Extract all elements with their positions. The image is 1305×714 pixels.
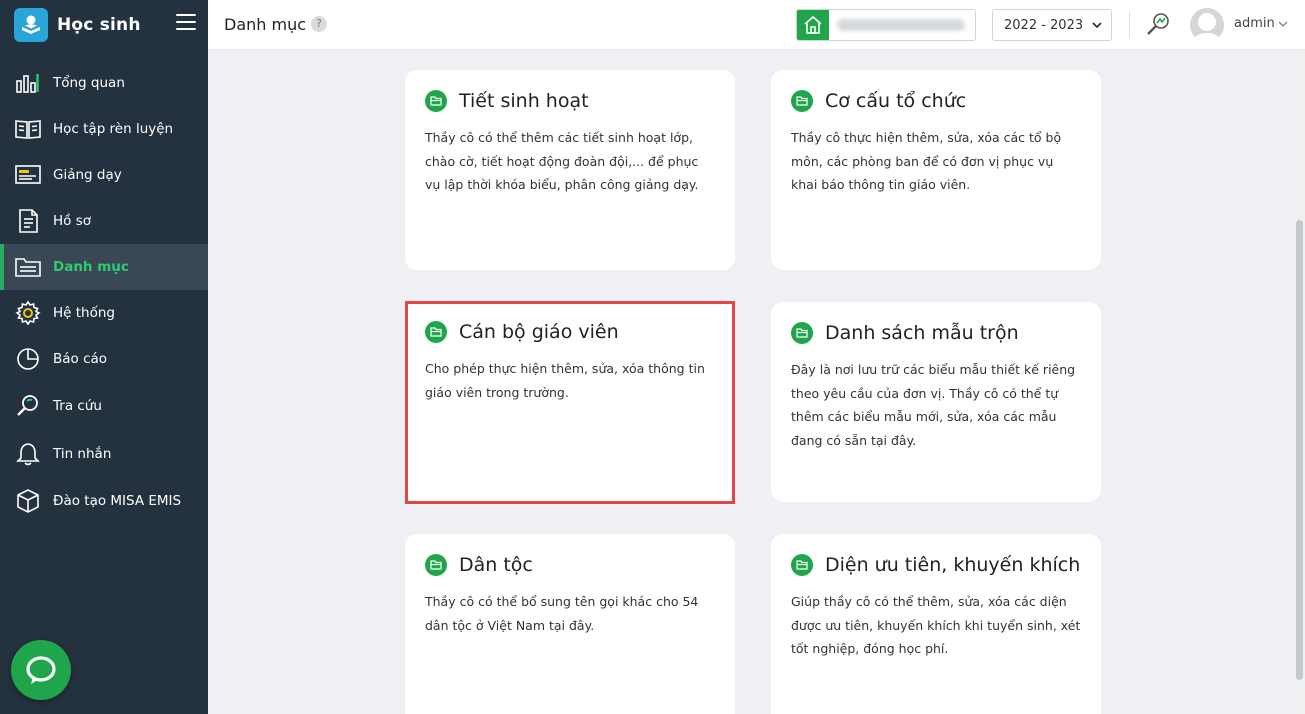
header-divider (1129, 12, 1130, 38)
card-title: Cán bộ giáo viên (459, 321, 619, 343)
card-description: Thầy cô có thể bổ sung tên gọi khác cho … (425, 594, 699, 633)
sidebar-item-label: Hồ sơ (53, 213, 91, 229)
sidebar-item-ho-so[interactable]: Hồ sơ (0, 198, 208, 244)
category-card-co-cau-to-chuc[interactable]: Cơ cấu tổ chức Thầy cô thực hiện thêm, s… (771, 70, 1101, 270)
card-title: Diện ưu tiên, khuyến khích (825, 554, 1081, 576)
sidebar-item-label: Tin nhắn (53, 446, 112, 462)
card-description: Cho phép thực hiện thêm, sửa, xóa thông … (425, 361, 705, 400)
card-title: Danh sách mẫu trộn (825, 322, 1019, 344)
category-card-danh-sach-mau-tron[interactable]: Danh sách mẫu trộn Đây là nơi lưu trữ cá… (771, 302, 1101, 502)
school-selector[interactable] (796, 9, 976, 41)
folder-icon (425, 321, 447, 343)
user-name[interactable]: admin (1234, 16, 1275, 31)
avatar[interactable] (1190, 8, 1224, 42)
bell-icon (14, 440, 42, 468)
chat-bubble-icon (26, 656, 56, 684)
document-icon (14, 207, 42, 235)
bar-chart-icon (14, 69, 42, 97)
scrollbar-thumb[interactable] (1296, 220, 1303, 680)
sidebar-item-bao-cao[interactable]: Báo cáo (0, 336, 208, 382)
sidebar-item-dao-tao[interactable]: Đào tạo MISA EMIS (0, 478, 208, 524)
folder-icon (791, 554, 813, 576)
category-card-tiet-sinh-hoat[interactable]: Tiết sinh hoạt Thầy cô có thể thêm các t… (405, 70, 735, 270)
open-book-icon (14, 115, 42, 143)
chat-support-button[interactable] (11, 640, 71, 700)
search-icon (14, 392, 42, 420)
card-title: Cơ cấu tổ chức (825, 90, 967, 112)
sidebar-item-label: Danh mục (53, 259, 129, 275)
sidebar-item-label: Tổng quan (53, 75, 125, 91)
folder-icon (14, 253, 42, 281)
school-year-select[interactable]: 2022 - 2023 (992, 9, 1112, 41)
folder-icon (791, 322, 813, 344)
presentation-board-icon (14, 161, 42, 189)
card-title: Dân tộc (459, 554, 533, 576)
chevron-down-icon (1092, 22, 1102, 29)
category-card-dan-toc[interactable]: Dân tộc Thầy cô có thể bổ sung tên gọi k… (405, 534, 735, 714)
sidebar-item-tong-quan[interactable]: Tổng quan (0, 60, 208, 106)
school-icon (797, 10, 829, 40)
card-description: Đây là nơi lưu trữ các biểu mẫu thiết kế… (791, 362, 1076, 448)
card-title: Tiết sinh hoạt (459, 90, 589, 112)
folder-icon (791, 90, 813, 112)
search-tool-icon[interactable] (1144, 10, 1172, 38)
sidebar-item-hoc-tap[interactable]: Học tập rèn luyện (0, 106, 208, 152)
sidebar-item-label: Tra cứu (53, 398, 102, 414)
sidebar-item-label: Học tập rèn luyện (53, 121, 174, 137)
sidebar-nav: Tổng quan Học tập rèn luyện Giảng dạy Hồ… (0, 60, 208, 524)
sidebar-item-label: Đào tạo MISA EMIS (53, 493, 182, 509)
page-title: Danh mục (224, 15, 307, 34)
sidebar-item-label: Báo cáo (53, 351, 108, 367)
card-description: Thầy cô có thể thêm các tiết sinh hoạt l… (425, 130, 699, 192)
cube-icon (14, 487, 42, 515)
pie-chart-icon (14, 345, 42, 373)
category-card-dien-uu-tien[interactable]: Diện ưu tiên, khuyến khích Giúp thầy cô … (771, 534, 1101, 714)
chevron-down-icon[interactable] (1277, 18, 1289, 30)
sidebar-item-danh-muc[interactable]: Danh mục (0, 244, 208, 290)
top-header: Danh mục ? 2022 - 2023 admin (208, 0, 1305, 50)
school-name-blurred (837, 19, 965, 31)
sidebar-item-tin-nhan[interactable]: Tin nhắn (0, 430, 208, 478)
category-card-can-bo-giao-vien[interactable]: Cán bộ giáo viên Cho phép thực hiện thêm… (405, 301, 735, 504)
folder-icon (425, 90, 447, 112)
card-description: Giúp thầy cô có thể thêm, sửa, xóa các d… (791, 594, 1081, 656)
student-logo-icon (14, 8, 48, 42)
sidebar-item-label: Giảng dạy (53, 167, 122, 183)
help-icon[interactable]: ? (311, 16, 327, 32)
sidebar-item-label: Hệ thống (53, 305, 115, 321)
card-description: Thầy cô thực hiện thêm, sửa, xóa các tổ … (791, 130, 1062, 192)
folder-icon (425, 554, 447, 576)
gear-icon (14, 299, 42, 327)
sidebar-item-tra-cuu[interactable]: Tra cứu (0, 382, 208, 430)
sidebar-item-giang-day[interactable]: Giảng dạy (0, 152, 208, 198)
menu-toggle-icon[interactable] (176, 14, 196, 34)
brand-title: Học sinh (57, 15, 141, 35)
school-year-value: 2022 - 2023 (1004, 18, 1084, 33)
sidebar: Học sinh Tổng quan Học tập rèn luyện Giả… (0, 0, 208, 714)
sidebar-item-he-thong[interactable]: Hệ thống (0, 290, 208, 336)
